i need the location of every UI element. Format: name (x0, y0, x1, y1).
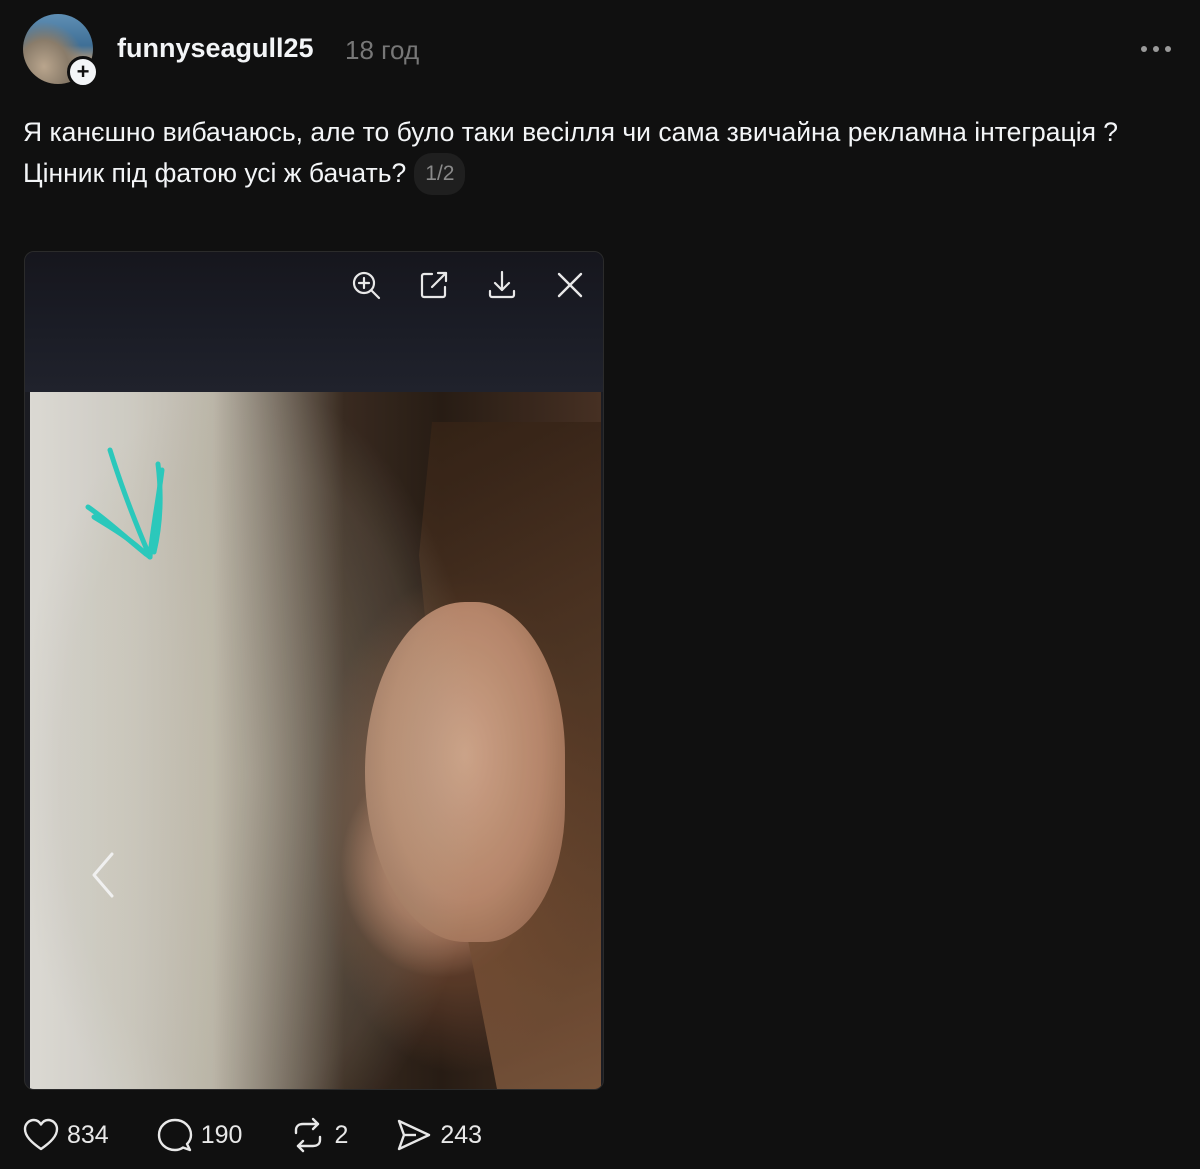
media-viewer[interactable] (24, 251, 604, 1090)
chevron-left-icon[interactable] (88, 850, 118, 900)
like-button[interactable]: 834 (23, 1118, 109, 1152)
media-header (25, 252, 603, 392)
share-count: 243 (440, 1120, 483, 1149)
photo-shade (30, 392, 601, 1089)
heart-icon (23, 1118, 59, 1151)
post-photo[interactable] (30, 392, 601, 1089)
more-dots-icon[interactable] (1141, 46, 1171, 52)
zoom-in-icon[interactable] (347, 266, 385, 304)
open-external-icon[interactable] (415, 266, 453, 304)
post-text: Я канєшно вибачаюсь, але то було таки ве… (23, 112, 1143, 195)
comment-count: 190 (200, 1120, 243, 1149)
plus-icon[interactable]: + (67, 56, 99, 88)
share-button[interactable]: 243 (396, 1117, 482, 1153)
like-count: 834 (67, 1120, 109, 1149)
repost-count: 2 (334, 1120, 349, 1149)
close-icon[interactable] (551, 266, 589, 304)
media-counter: 1/2 (414, 153, 466, 195)
repost-icon (295, 1117, 322, 1153)
post-time: 18 год (345, 35, 420, 65)
post-text-line-2-text: Цінник під фатою усі ж бачать? (23, 158, 407, 188)
comment-icon (157, 1118, 192, 1152)
avatar-wrap[interactable]: + (23, 14, 99, 88)
comment-button[interactable]: 190 (157, 1117, 243, 1153)
post-actions: 834 190 2 243 (23, 1117, 530, 1153)
share-icon (398, 1119, 431, 1151)
download-icon[interactable] (483, 266, 521, 304)
post-text-line-2: Цінник під фатою усі ж бачать? 1/2 (23, 153, 1143, 195)
post-text-line-1: Я канєшно вибачаюсь, але то було таки ве… (23, 117, 1119, 147)
repost-button[interactable]: 2 (290, 1117, 348, 1153)
username[interactable]: funnyseagull25 (117, 33, 314, 64)
media-toolbar (347, 266, 589, 304)
